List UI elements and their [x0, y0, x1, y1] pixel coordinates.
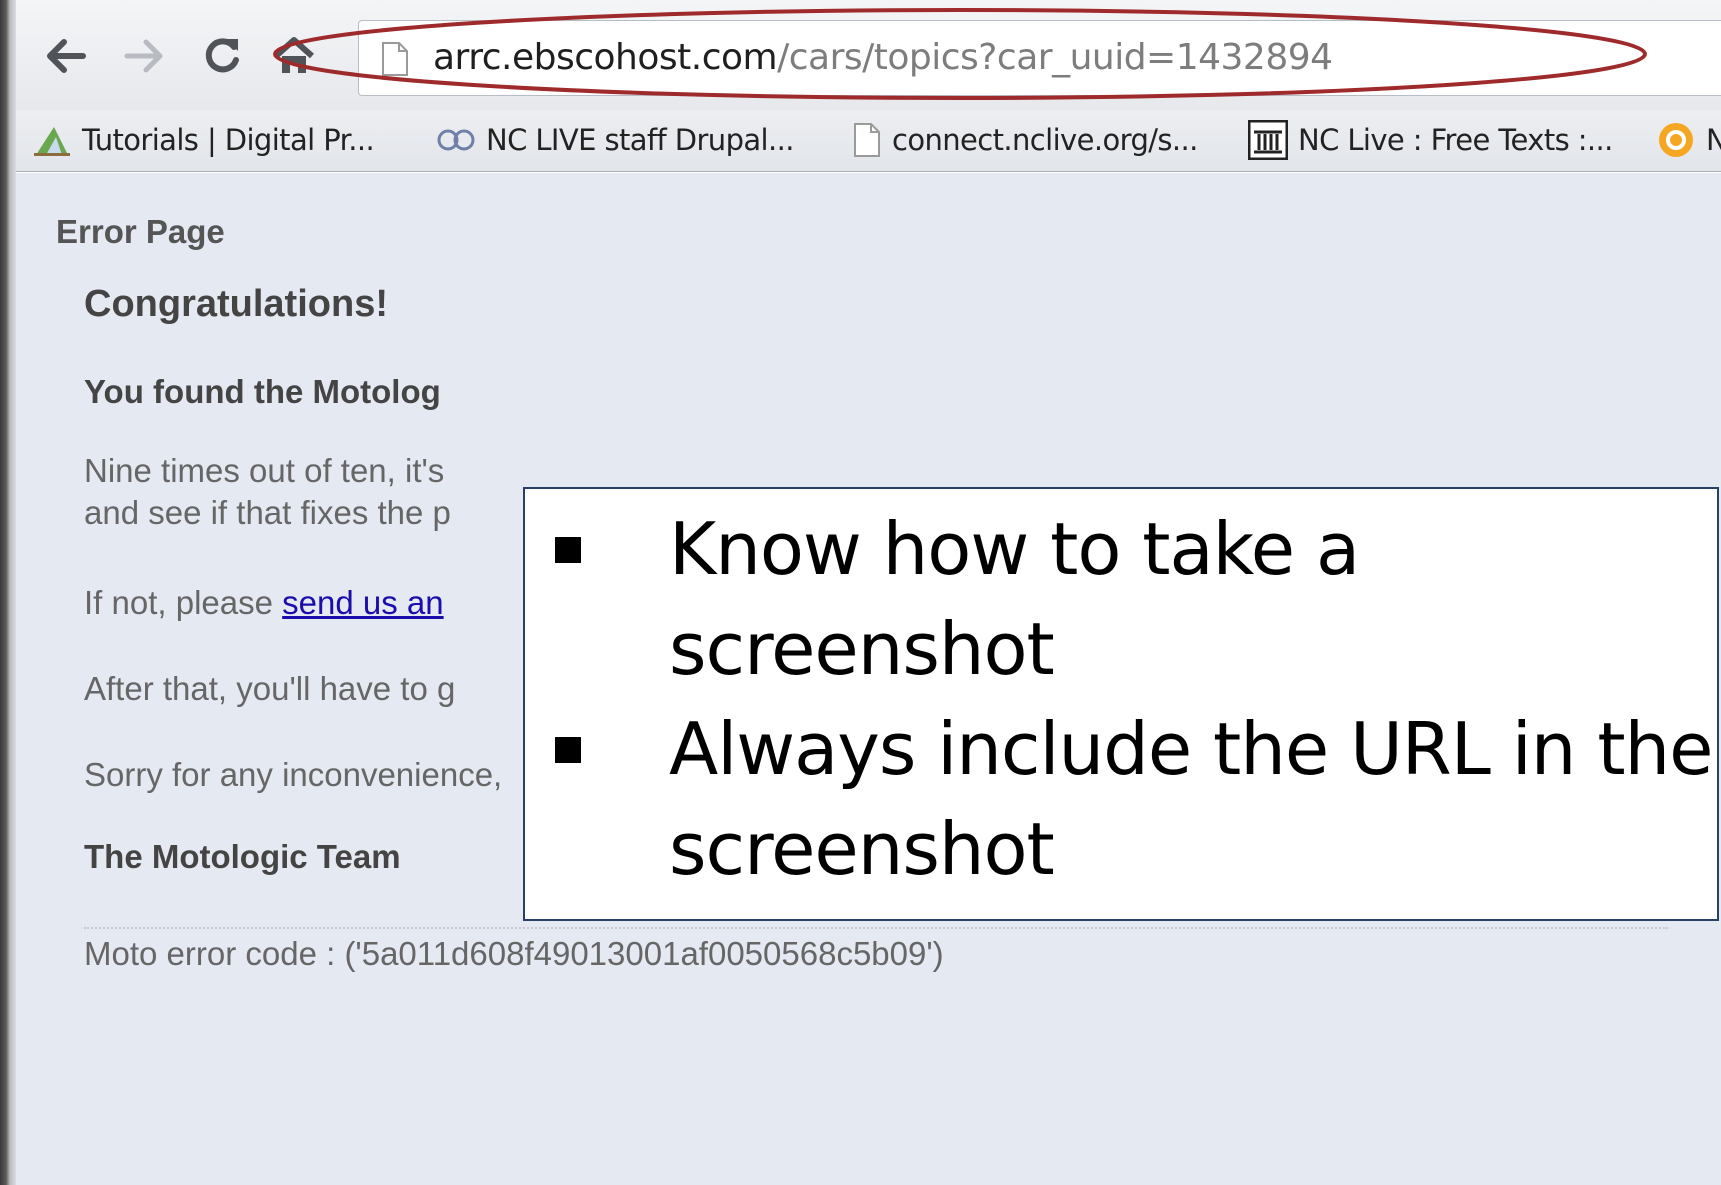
forward-arrow-icon	[124, 39, 163, 73]
bookmark-nc-live-free-texts[interactable]: NC Live : Free Texts :...	[1248, 118, 1613, 162]
page-title: Error Page	[56, 213, 225, 250]
bookmark-label: N	[1706, 123, 1721, 157]
congrats-heading: Congratulations!	[84, 283, 388, 325]
window-edge	[0, 0, 16, 1185]
back-arrow-icon	[47, 39, 86, 73]
contact-prefix: If not, please	[84, 584, 283, 621]
home-icon	[274, 37, 314, 73]
url-path: /cars/topics?car_uuid=1432894	[777, 37, 1333, 78]
divider	[84, 927, 1668, 929]
url-text: arrc.ebscohost.com/cars/topics?car_uuid=…	[433, 35, 1333, 81]
tutorial-icon	[34, 127, 70, 156]
bookmark-tutorials[interactable]: Tutorials | Digital Pr...	[32, 118, 375, 162]
paragraph-line: Nine times out of ten, it's	[84, 452, 445, 489]
bookmark-label: connect.nclive.org/s...	[892, 123, 1198, 157]
tip-callout: Know how to take a screenshot Always inc…	[523, 487, 1719, 921]
bookmark-n[interactable]: N	[1656, 118, 1721, 162]
reload-button[interactable]	[194, 28, 250, 84]
browser-toolbar: arrc.ebscohost.com/cars/topics?car_uuid=…	[16, 0, 1721, 110]
bookmark-label: Tutorials | Digital Pr...	[82, 123, 375, 157]
bullet-square-icon	[555, 537, 581, 563]
address-bar[interactable]: arrc.ebscohost.com/cars/topics?car_uuid=…	[358, 20, 1721, 96]
bookmark-label: NC LIVE staff Drupal...	[486, 123, 794, 157]
slide-frame: arrc.ebscohost.com/cars/topics?car_uuid=…	[0, 0, 1721, 1185]
bullet-square-icon	[555, 737, 581, 763]
paragraph-line: After that, you'll have to g	[84, 670, 456, 707]
reload-icon	[205, 38, 239, 73]
bookmark-label: NC Live : Free Texts :...	[1298, 123, 1613, 157]
bookmark-nc-live-staff-drupal[interactable]: NC LIVE staff Drupal...	[436, 118, 794, 162]
page-icon	[854, 123, 880, 157]
paragraph-line: and see if that fixes the p	[84, 494, 451, 531]
bookmarks-bar: Tutorials | Digital Pr... NC LIVE staff …	[16, 110, 1721, 172]
forward-button[interactable]	[116, 28, 172, 84]
url-host: arrc.ebscohost.com	[433, 37, 778, 78]
apology-text: Sorry for any inconvenience,	[84, 756, 503, 793]
bullet-text: Always include the URL in the screenshot	[669, 707, 1713, 891]
orange-circle-icon	[1659, 123, 1693, 157]
home-button[interactable]	[266, 28, 322, 84]
library-icon	[1248, 120, 1288, 160]
bookmark-connect-nclive[interactable]: connect.nclive.org/s...	[852, 118, 1198, 162]
page-content: Error Page Congratulations! You found th…	[16, 173, 1721, 1185]
found-heading: You found the Motolog	[84, 373, 441, 410]
drupal-icon	[437, 129, 475, 151]
error-code: Moto error code : ('5a011d608f49013001af…	[84, 935, 944, 972]
bullet-text: Know how to take a screenshot	[669, 507, 1360, 691]
send-email-link[interactable]: send us an	[282, 584, 443, 621]
back-button[interactable]	[38, 28, 94, 84]
team-signature: The Motologic Team	[84, 838, 401, 875]
page-icon	[382, 42, 408, 76]
contact-paragraph: If not, please send us an	[84, 581, 444, 624]
